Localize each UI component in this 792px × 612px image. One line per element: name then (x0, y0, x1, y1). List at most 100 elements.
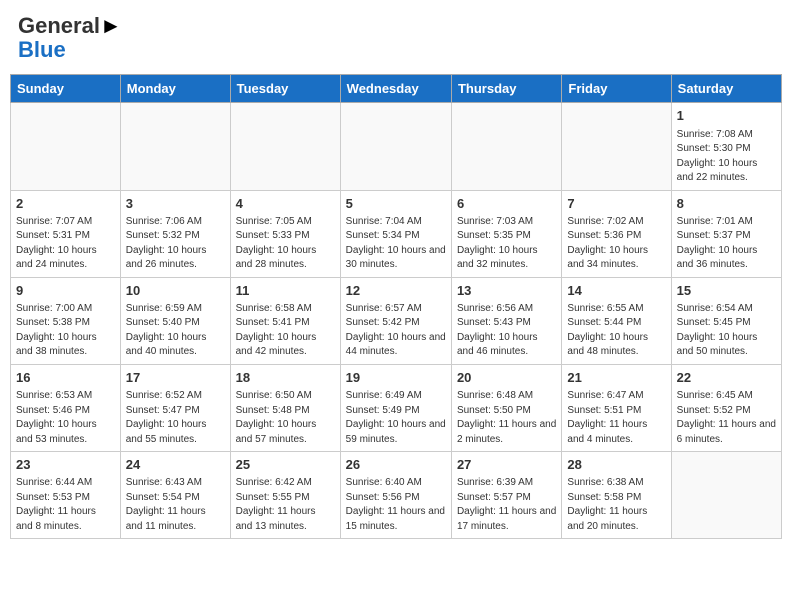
day-number: 19 (346, 369, 446, 387)
day-cell: 14 Sunrise: 6:55 AM Sunset: 5:44 PM Dayli… (562, 277, 671, 364)
day-cell: 23 Sunrise: 6:44 AM Sunset: 5:53 PM Dayli… (11, 452, 121, 539)
day-info: Sunrise: 6:50 AM Sunset: 5:48 PM Dayligh… (236, 389, 335, 447)
day-info: Sunrise: 6:40 AM Sunset: 5:56 PM Dayligh… (346, 476, 446, 534)
day-cell: 28 Sunrise: 6:38 AM Sunset: 5:58 PM Dayli… (562, 452, 671, 539)
day-cell: 19 Sunrise: 6:49 AM Sunset: 5:49 PM Dayli… (340, 364, 451, 451)
calendar-table: SundayMondayTuesdayWednesdayThursdayFrid… (10, 74, 782, 539)
week-row-5: 23 Sunrise: 6:44 AM Sunset: 5:53 PM Dayli… (11, 452, 782, 539)
header-sunday: Sunday (11, 75, 121, 103)
day-cell (11, 103, 121, 190)
day-number: 22 (677, 369, 776, 387)
day-info: Sunrise: 7:04 AM Sunset: 5:34 PM Dayligh… (346, 215, 446, 273)
day-number: 21 (567, 369, 665, 387)
day-number: 8 (677, 195, 776, 213)
day-cell: 11 Sunrise: 6:58 AM Sunset: 5:41 PM Dayli… (230, 277, 340, 364)
day-cell: 6 Sunrise: 7:03 AM Sunset: 5:35 PM Daylig… (451, 190, 561, 277)
day-info: Sunrise: 6:42 AM Sunset: 5:55 PM Dayligh… (236, 476, 335, 534)
day-info: Sunrise: 6:44 AM Sunset: 5:53 PM Dayligh… (16, 476, 115, 534)
day-info: Sunrise: 7:00 AM Sunset: 5:38 PM Dayligh… (16, 302, 115, 360)
day-number: 17 (126, 369, 225, 387)
day-cell: 18 Sunrise: 6:50 AM Sunset: 5:48 PM Dayli… (230, 364, 340, 451)
day-cell: 17 Sunrise: 6:52 AM Sunset: 5:47 PM Dayli… (120, 364, 230, 451)
header-wednesday: Wednesday (340, 75, 451, 103)
day-info: Sunrise: 6:54 AM Sunset: 5:45 PM Dayligh… (677, 302, 776, 360)
day-info: Sunrise: 7:06 AM Sunset: 5:32 PM Dayligh… (126, 215, 225, 273)
day-cell: 15 Sunrise: 6:54 AM Sunset: 5:45 PM Dayli… (671, 277, 781, 364)
day-info: Sunrise: 7:03 AM Sunset: 5:35 PM Dayligh… (457, 215, 556, 273)
day-info: Sunrise: 7:07 AM Sunset: 5:31 PM Dayligh… (16, 215, 115, 273)
week-row-2: 2Sunrise: 7:07 AM Sunset: 5:31 PM Daylig… (11, 190, 782, 277)
week-row-4: 16 Sunrise: 6:53 AM Sunset: 5:46 PM Dayli… (11, 364, 782, 451)
day-info: Sunrise: 6:47 AM Sunset: 5:51 PM Dayligh… (567, 389, 665, 447)
day-cell: 3 Sunrise: 7:06 AM Sunset: 5:32 PM Daylig… (120, 190, 230, 277)
page-header: General► Blue (10, 10, 782, 66)
week-row-1: 1Sunrise: 7:08 AM Sunset: 5:30 PM Daylig… (11, 103, 782, 190)
day-cell: 21 Sunrise: 6:47 AM Sunset: 5:51 PM Dayli… (562, 364, 671, 451)
day-info: Sunrise: 6:45 AM Sunset: 5:52 PM Dayligh… (677, 389, 776, 447)
day-cell: 25 Sunrise: 6:42 AM Sunset: 5:55 PM Dayli… (230, 452, 340, 539)
day-info: Sunrise: 6:55 AM Sunset: 5:44 PM Dayligh… (567, 302, 665, 360)
day-info: Sunrise: 6:53 AM Sunset: 5:46 PM Dayligh… (16, 389, 115, 447)
day-info: Sunrise: 6:48 AM Sunset: 5:50 PM Dayligh… (457, 389, 556, 447)
logo-general: General (18, 13, 100, 38)
header-saturday: Saturday (671, 75, 781, 103)
day-cell (230, 103, 340, 190)
day-info: Sunrise: 6:57 AM Sunset: 5:42 PM Dayligh… (346, 302, 446, 360)
day-cell: 20 Sunrise: 6:48 AM Sunset: 5:50 PM Dayli… (451, 364, 561, 451)
day-cell: 5 Sunrise: 7:04 AM Sunset: 5:34 PM Daylig… (340, 190, 451, 277)
day-number: 15 (677, 282, 776, 300)
day-cell (120, 103, 230, 190)
day-number: 16 (16, 369, 115, 387)
day-number: 20 (457, 369, 556, 387)
day-cell: 2Sunrise: 7:07 AM Sunset: 5:31 PM Daylig… (11, 190, 121, 277)
day-number: 11 (236, 282, 335, 300)
day-info: Sunrise: 6:49 AM Sunset: 5:49 PM Dayligh… (346, 389, 446, 447)
logo-blue: Blue (18, 37, 66, 62)
day-cell (671, 452, 781, 539)
day-number: 6 (457, 195, 556, 213)
day-number: 18 (236, 369, 335, 387)
day-cell: 16 Sunrise: 6:53 AM Sunset: 5:46 PM Dayli… (11, 364, 121, 451)
day-info: Sunrise: 6:43 AM Sunset: 5:54 PM Dayligh… (126, 476, 225, 534)
day-number: 26 (346, 456, 446, 474)
day-number: 23 (16, 456, 115, 474)
day-info: Sunrise: 6:59 AM Sunset: 5:40 PM Dayligh… (126, 302, 225, 360)
day-cell: 10Sunrise: 6:59 AM Sunset: 5:40 PM Dayli… (120, 277, 230, 364)
day-info: Sunrise: 6:38 AM Sunset: 5:58 PM Dayligh… (567, 476, 665, 534)
day-cell (340, 103, 451, 190)
day-cell: 8Sunrise: 7:01 AM Sunset: 5:37 PM Daylig… (671, 190, 781, 277)
day-cell: 12 Sunrise: 6:57 AM Sunset: 5:42 PM Dayli… (340, 277, 451, 364)
day-info: Sunrise: 7:02 AM Sunset: 5:36 PM Dayligh… (567, 215, 665, 273)
day-cell: 1Sunrise: 7:08 AM Sunset: 5:30 PM Daylig… (671, 103, 781, 190)
day-number: 3 (126, 195, 225, 213)
day-cell: 4Sunrise: 7:05 AM Sunset: 5:33 PM Daylig… (230, 190, 340, 277)
day-number: 5 (346, 195, 446, 213)
header-tuesday: Tuesday (230, 75, 340, 103)
day-number: 13 (457, 282, 556, 300)
day-info: Sunrise: 6:58 AM Sunset: 5:41 PM Dayligh… (236, 302, 335, 360)
day-cell (451, 103, 561, 190)
day-number: 24 (126, 456, 225, 474)
day-info: Sunrise: 7:08 AM Sunset: 5:30 PM Dayligh… (677, 128, 776, 186)
day-info: Sunrise: 6:52 AM Sunset: 5:47 PM Dayligh… (126, 389, 225, 447)
header-monday: Monday (120, 75, 230, 103)
day-cell: 7 Sunrise: 7:02 AM Sunset: 5:36 PM Daylig… (562, 190, 671, 277)
day-cell: 24 Sunrise: 6:43 AM Sunset: 5:54 PM Dayli… (120, 452, 230, 539)
day-number: 28 (567, 456, 665, 474)
header-friday: Friday (562, 75, 671, 103)
logo: General► Blue (18, 14, 122, 62)
day-number: 7 (567, 195, 665, 213)
day-number: 12 (346, 282, 446, 300)
day-cell: 26 Sunrise: 6:40 AM Sunset: 5:56 PM Dayli… (340, 452, 451, 539)
day-cell: 9Sunrise: 7:00 AM Sunset: 5:38 PM Daylig… (11, 277, 121, 364)
week-row-3: 9Sunrise: 7:00 AM Sunset: 5:38 PM Daylig… (11, 277, 782, 364)
day-info: Sunrise: 6:56 AM Sunset: 5:43 PM Dayligh… (457, 302, 556, 360)
header-thursday: Thursday (451, 75, 561, 103)
day-cell: 27Sunrise: 6:39 AM Sunset: 5:57 PM Dayli… (451, 452, 561, 539)
day-cell: 22 Sunrise: 6:45 AM Sunset: 5:52 PM Dayli… (671, 364, 781, 451)
day-info: Sunrise: 6:39 AM Sunset: 5:57 PM Dayligh… (457, 476, 556, 534)
day-number: 14 (567, 282, 665, 300)
day-cell: 13 Sunrise: 6:56 AM Sunset: 5:43 PM Dayli… (451, 277, 561, 364)
day-info: Sunrise: 7:05 AM Sunset: 5:33 PM Dayligh… (236, 215, 335, 273)
day-number: 25 (236, 456, 335, 474)
